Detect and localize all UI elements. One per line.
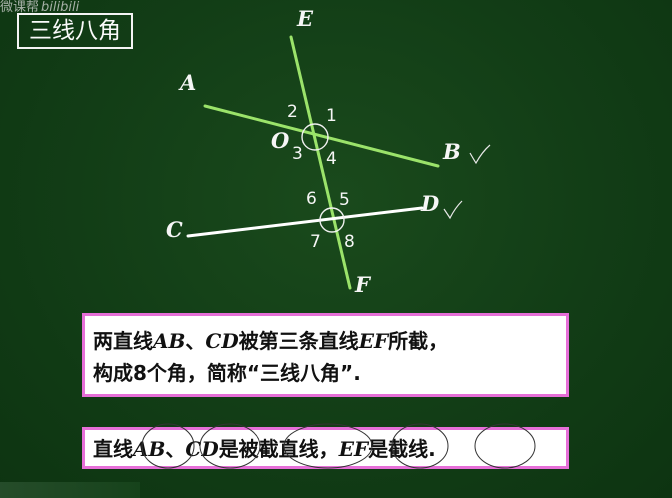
point-label-f: F bbox=[354, 272, 372, 297]
point-label-c: C bbox=[166, 217, 183, 242]
angle-label-2: 2 bbox=[287, 102, 298, 122]
term-cd: CD bbox=[205, 329, 239, 353]
text-segment: 、 bbox=[165, 437, 186, 461]
point-label-b: B bbox=[442, 139, 461, 164]
text-segment: 被第三条直线 bbox=[238, 329, 359, 353]
point-label-e: E bbox=[296, 6, 314, 31]
point-label-o: O bbox=[271, 128, 290, 153]
term-ef: EF bbox=[358, 329, 389, 353]
term-ab: AB bbox=[133, 437, 166, 461]
angle-label-7: 7 bbox=[310, 232, 321, 252]
player-control-strip bbox=[0, 482, 140, 498]
statement-line-2: 构成8个角，简称“三线八角”. bbox=[93, 361, 361, 385]
point-label-a: A bbox=[178, 70, 196, 95]
check-mark-b bbox=[469, 144, 491, 165]
angle-label-8: 8 bbox=[344, 232, 355, 252]
statement-line-1: 两直线AB、CD被第三条直线EF所截， bbox=[93, 325, 566, 357]
check-mark-d bbox=[443, 200, 463, 220]
angle-label-5: 5 bbox=[339, 190, 350, 210]
text-segment: 、 bbox=[185, 329, 206, 353]
angle-label-1: 1 bbox=[326, 106, 337, 126]
text-segment: 是被截直线， bbox=[218, 437, 339, 461]
angle-label-4: 4 bbox=[326, 149, 337, 169]
text-segment: 所截， bbox=[388, 329, 449, 353]
text-segment: 两直线 bbox=[93, 329, 153, 353]
angle-label-3: 3 bbox=[292, 144, 303, 164]
term-cd: CD bbox=[185, 437, 219, 461]
angle-label-6: 6 bbox=[306, 189, 317, 209]
statement-box-2: 直线AB、CD是被截直线，EF是截线. bbox=[82, 427, 569, 469]
point-label-d: D bbox=[420, 191, 440, 216]
text-segment: 直线 bbox=[93, 437, 133, 461]
statement-box-1: 两直线AB、CD被第三条直线EF所截， 构成8个角，简称“三线八角”. bbox=[82, 313, 569, 397]
geometry-figure: E A B O C D F 1 2 3 4 5 6 7 8 bbox=[166, 6, 491, 297]
line-cd bbox=[186, 206, 424, 238]
line-ab bbox=[203, 104, 440, 168]
term-ab: AB bbox=[153, 329, 186, 353]
text-segment: 是截线. bbox=[368, 437, 436, 461]
term-ef: EF bbox=[338, 437, 369, 461]
